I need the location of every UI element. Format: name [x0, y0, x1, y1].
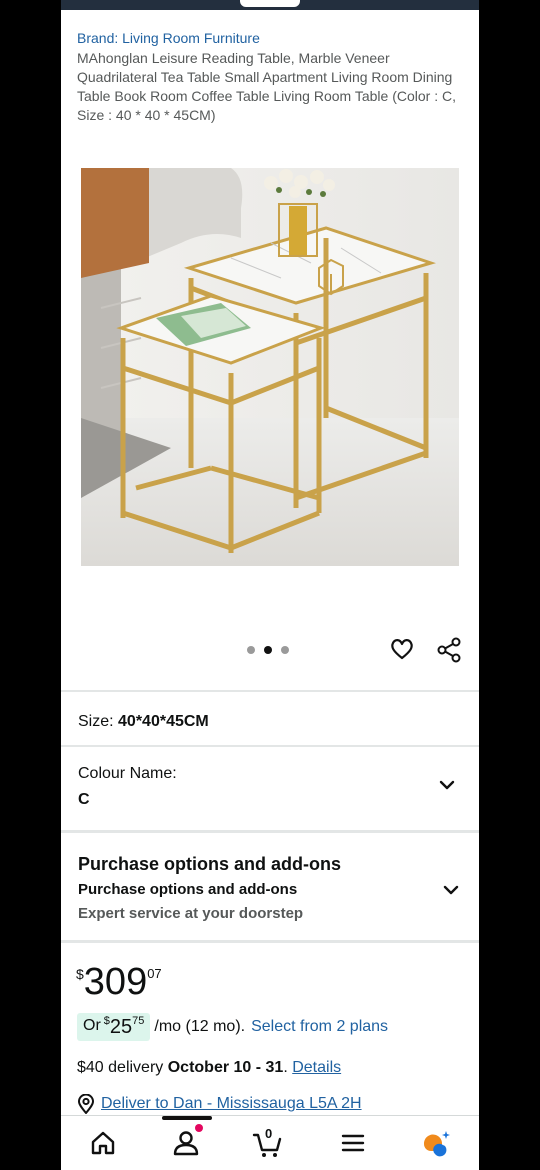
header-bar [61, 0, 479, 10]
purchase-options-subtitle: Purchase options and add-ons [78, 881, 298, 898]
search-bar-edge[interactable] [240, 0, 300, 7]
installment-offer: Or $25 75 /mo (12 mo). Select from 2 plan… [77, 1013, 388, 1041]
installment-price: Or $25 75 [77, 1013, 151, 1041]
active-tab-indicator [162, 1116, 212, 1120]
deliver-to-link[interactable]: Deliver to Dan - Mississauga L5A 2H [77, 1094, 362, 1114]
installment-symbol: $ [103, 1015, 110, 1027]
delivery-dates: October 10 - 31 [167, 1059, 284, 1076]
product-title: MAhonglan Leisure Reading Table, Marble … [77, 50, 456, 123]
home-icon[interactable] [86, 1126, 120, 1160]
deliver-to-text: Deliver to Dan - Mississauga L5A 2H [101, 1095, 362, 1112]
brand-link[interactable]: Brand: Living Room Furniture [77, 30, 260, 46]
chevron-down-icon[interactable] [438, 778, 456, 792]
delivery-prefix: $40 delivery [77, 1059, 168, 1076]
cart-count: 0 [265, 1126, 273, 1141]
bottom-navigation: 0 [61, 1115, 479, 1170]
share-icon[interactable] [436, 636, 462, 664]
product-image[interactable] [81, 168, 459, 566]
size-label: Size: [78, 713, 114, 730]
delivery-info: $40 delivery October 10 - 31. Details [77, 1059, 341, 1077]
rufus-assistant-icon[interactable] [419, 1126, 453, 1160]
installment-prefix: Or [83, 1017, 101, 1034]
select-plans-link[interactable]: Select from 2 plans [251, 1018, 388, 1036]
chevron-down-icon[interactable] [442, 883, 460, 897]
divider [61, 745, 479, 747]
purchase-options-title: Purchase options and add-ons [78, 854, 342, 874]
carousel-dot[interactable] [247, 646, 255, 654]
installment-fraction: 75 [132, 1015, 145, 1027]
size-value: 40*40*45CM [118, 713, 209, 730]
purchase-options-description: Expert service at your doorstep [78, 905, 304, 922]
delivery-separator: . [283, 1059, 293, 1076]
menu-icon[interactable] [336, 1126, 370, 1160]
image-carousel-dots[interactable] [247, 646, 289, 654]
notification-badge [195, 1124, 203, 1132]
installment-whole: 25 [109, 1016, 133, 1038]
divider [61, 940, 479, 943]
price-symbol: $ [76, 966, 84, 982]
product-page: Brand: Living Room Furniture MAhonglan L… [61, 0, 479, 1170]
heart-icon[interactable] [389, 636, 415, 664]
size-row[interactable]: Size: 40*40*45CM [78, 713, 209, 731]
installment-term: /mo (12 mo). [154, 1018, 246, 1035]
colour-value: C [78, 791, 90, 808]
location-pin-icon [77, 1094, 95, 1114]
colour-label: Colour Name: [78, 765, 177, 782]
carousel-dot-active[interactable] [264, 646, 272, 654]
price-fraction: 07 [147, 966, 162, 981]
delivery-details-link[interactable]: Details [292, 1059, 341, 1076]
divider [61, 830, 479, 833]
carousel-dot[interactable] [281, 646, 289, 654]
divider [61, 690, 479, 692]
price: $30907 [76, 960, 162, 1004]
price-whole: 309 [83, 961, 148, 1003]
